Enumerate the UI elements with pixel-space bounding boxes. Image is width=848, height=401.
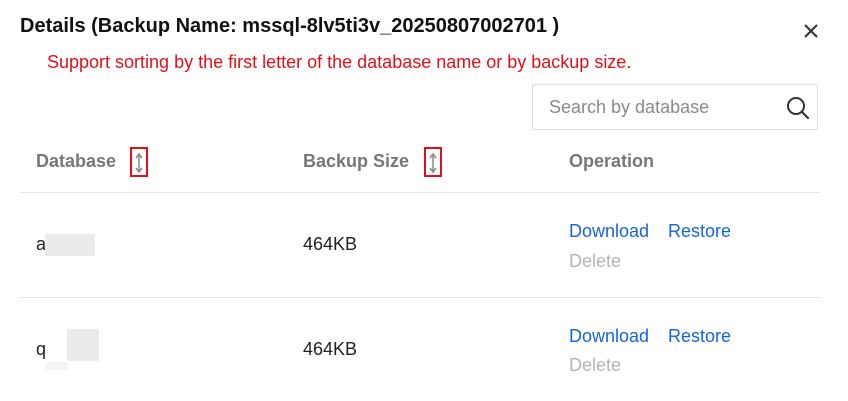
row-divider [20,297,820,298]
restore-link[interactable]: Restore [668,221,731,242]
restore-link[interactable]: Restore [668,326,731,347]
redacted-text [67,329,99,361]
download-link[interactable]: Download [569,326,649,347]
backup-size-cell: 464KB [303,339,358,359]
database-name-cell: q [36,339,47,359]
sorting-annotation: Support sorting by the first letter of t… [47,52,632,72]
header-divider [20,192,820,193]
backup-details-dialog: Details (Backup Name: mssql-8lv5ti3v_202… [0,0,848,401]
search-icon[interactable] [785,95,811,121]
backup-size-cell: 464KB [303,234,358,254]
sort-database-button[interactable] [130,147,148,177]
delete-link-disabled: Delete [569,251,622,271]
download-link[interactable]: Download [569,221,649,242]
sort-backup-size-button[interactable] [424,147,442,177]
redacted-text [46,362,68,370]
delete-link-disabled: Delete [569,355,622,375]
search-input[interactable] [549,85,769,129]
column-header-database: Database [36,151,117,171]
search-box[interactable] [532,84,818,130]
close-icon [804,24,818,38]
sort-arrows-icon [135,152,143,174]
column-header-backup-size: Backup Size [303,151,410,171]
sort-arrows-icon [429,152,437,174]
redacted-text [45,234,95,256]
dialog-title: Details (Backup Name: mssql-8lv5ti3v_202… [20,15,560,37]
column-header-operation: Operation [569,151,655,171]
close-button[interactable] [798,18,824,44]
